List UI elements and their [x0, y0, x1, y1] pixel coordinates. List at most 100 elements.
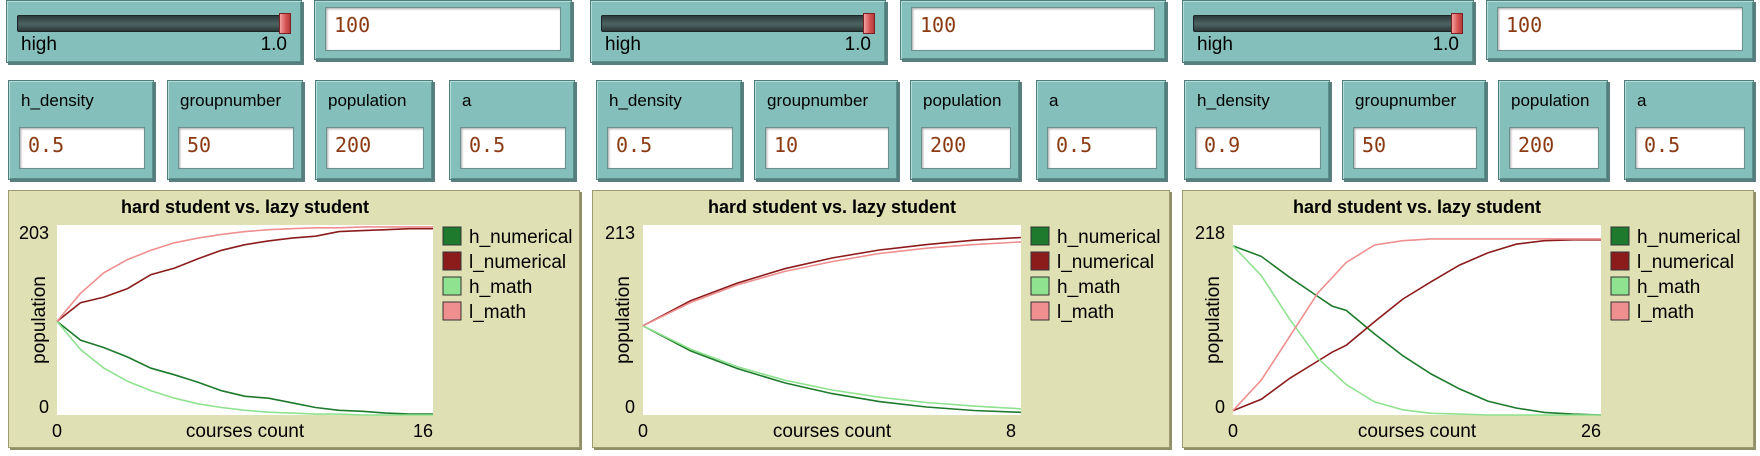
h-density-input[interactable]: 0.5	[19, 127, 145, 169]
legend-swatch-h_numerical	[1610, 226, 1630, 246]
x-tick-label: 0	[1228, 421, 1238, 441]
high-slider[interactable]: high 1.0	[590, 0, 886, 63]
slider-thumb[interactable]	[279, 13, 291, 34]
y-tick-label: 203	[19, 223, 49, 243]
field-label: a	[1049, 91, 1059, 110]
legend-swatch-l_numerical	[1610, 251, 1630, 271]
top-input[interactable]: 100	[911, 7, 1155, 51]
slider-label: high	[605, 34, 641, 55]
legend-swatch-h_numerical	[442, 226, 462, 246]
field-groupnumber: groupnumber 50	[1342, 80, 1486, 180]
slider-value: 1.0	[260, 34, 287, 55]
legend-swatch-h_numerical	[1030, 226, 1050, 246]
top-input[interactable]: 100	[1497, 7, 1743, 51]
y-tick-label: 218	[1195, 223, 1225, 243]
slider-track[interactable]	[17, 13, 291, 34]
field-a: a 0.5	[449, 80, 575, 180]
plot-3-svg: hard student vs. lazy student 218 00 26 cour…	[1195, 197, 1741, 442]
legend-swatch-l_numerical	[442, 251, 462, 271]
top-input[interactable]: 100	[325, 7, 561, 51]
x-axis-label: courses count	[1358, 421, 1477, 442]
field-population: population 200	[315, 80, 433, 180]
legend-swatch-l_math	[442, 301, 462, 321]
plot-2: hard student vs. lazy student 213 0 0 8 cours…	[592, 190, 1170, 448]
y-tick-label: 0	[625, 397, 635, 417]
legend-label-h_numerical: h_numerical	[1637, 227, 1741, 248]
population-input[interactable]: 200	[921, 127, 1011, 169]
population-input[interactable]: 200	[1509, 127, 1599, 169]
groupnumber-input[interactable]: 50	[1353, 127, 1477, 169]
legend-label-h_math: h_math	[1637, 277, 1700, 298]
plot-title: hard student vs. lazy student	[708, 197, 956, 217]
field-label: population	[1511, 91, 1590, 110]
plot-1-svg: hard student vs. lazy student 203 00 16 cour…	[19, 197, 573, 442]
legend-label-l_math: l_math	[1057, 302, 1114, 323]
field-label: groupnumber	[1355, 91, 1457, 110]
field-population: population 200	[1498, 80, 1608, 180]
legend-label-h_math: h_math	[1057, 277, 1120, 298]
x-axis-label: courses count	[186, 421, 305, 442]
slider-value: 1.0	[844, 34, 871, 55]
field-label: h_density	[21, 91, 94, 110]
field-h-density: h_density 0.9	[1184, 80, 1330, 180]
high-slider[interactable]: high 1.0	[1182, 0, 1474, 63]
field-h-density: h_density 0.5	[8, 80, 154, 180]
x-tick-label: 0	[638, 421, 648, 441]
plot-3: hard student vs. lazy student 218 0 0 26 cour…	[1182, 190, 1754, 448]
groupnumber-input[interactable]: 10	[765, 127, 889, 169]
y-tick-label: 213	[605, 223, 635, 243]
plot-area	[57, 225, 433, 415]
groupnumber-input[interactable]: 50	[178, 127, 294, 169]
plot-1: hard student vs. lazy student 203 0 0 16 cour…	[8, 190, 580, 448]
h-density-input[interactable]: 0.9	[1195, 127, 1321, 169]
slider-thumb[interactable]	[863, 13, 875, 34]
y-tick-label: 0	[39, 397, 49, 417]
legend-label-l_numerical: l_numerical	[469, 252, 566, 273]
slider-label: high	[1197, 34, 1233, 55]
legend-swatch-l_math	[1030, 301, 1050, 321]
slider-track[interactable]	[601, 13, 875, 34]
field-label: a	[462, 91, 472, 110]
field-label: groupnumber	[767, 91, 869, 110]
x-tick-label: 0	[52, 421, 62, 441]
slider-value: 1.0	[1432, 34, 1459, 55]
a-input[interactable]: 0.5	[1047, 127, 1157, 169]
legend-label-l_math: l_math	[469, 302, 526, 323]
x-tick-label: 16	[413, 421, 433, 441]
a-input[interactable]: 0.5	[460, 127, 566, 169]
x-axis-label: courses count	[773, 421, 892, 442]
legend-swatch-l_math	[1610, 301, 1630, 321]
model-panel-2: high 1.0 100 h_density 0.5 groupnumber 1…	[590, 0, 1180, 456]
top-input-box: 100	[314, 0, 572, 60]
population-input[interactable]: 200	[326, 127, 424, 169]
field-label: population	[923, 91, 1002, 110]
legend-label-h_math: h_math	[469, 277, 532, 298]
legend-swatch-h_math	[1030, 276, 1050, 296]
legend-label-l_math: l_math	[1637, 302, 1694, 323]
field-groupnumber: groupnumber 50	[167, 80, 303, 180]
field-a: a 0.5	[1624, 80, 1754, 180]
plot-title: hard student vs. lazy student	[121, 197, 369, 217]
high-slider[interactable]: high 1.0	[6, 0, 302, 63]
a-input[interactable]: 0.5	[1635, 127, 1745, 169]
y-axis-label: population	[1203, 276, 1224, 364]
field-population: population 200	[910, 80, 1020, 180]
slider-thumb[interactable]	[1451, 13, 1463, 34]
field-a: a 0.5	[1036, 80, 1166, 180]
plot-area	[643, 225, 1021, 415]
legend-label-l_numerical: l_numerical	[1057, 252, 1154, 273]
y-axis-label: population	[29, 276, 50, 364]
x-tick-label: 8	[1006, 421, 1016, 441]
legend-swatch-h_math	[442, 276, 462, 296]
model-panel-3: high 1.0 100 h_density 0.9 groupnumber 5…	[1180, 0, 1760, 456]
legend-label-l_numerical: l_numerical	[1637, 252, 1734, 273]
top-input-box: 100	[900, 0, 1166, 60]
plot-area	[1233, 225, 1601, 415]
field-label: h_density	[1197, 91, 1270, 110]
legend-swatch-l_numerical	[1030, 251, 1050, 271]
h-density-input[interactable]: 0.5	[607, 127, 733, 169]
slider-track[interactable]	[1193, 13, 1463, 34]
model-panel-1: high 1.0 100 h_density 0.5 groupnumber 5…	[0, 0, 590, 456]
legend-swatch-h_math	[1610, 276, 1630, 296]
field-label: groupnumber	[180, 91, 282, 110]
